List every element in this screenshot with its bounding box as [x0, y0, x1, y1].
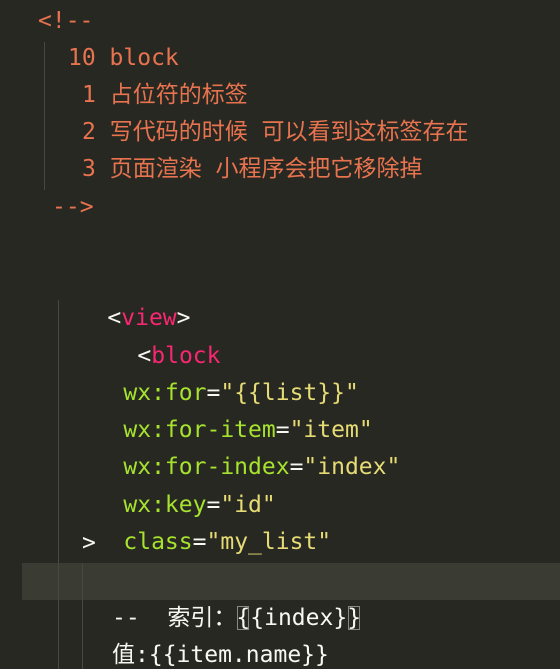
code-line-comment-open[interactable]: <!-- [38, 3, 93, 40]
code-line-attr-for-item[interactable]: wx:for-item="item" [68, 375, 372, 443]
matched-brace-open: { [236, 605, 251, 631]
code-editor[interactable]: <!-- 10 block 1 占位符的标签 2 写代码的时候 可以看到这标签存… [0, 0, 560, 669]
code-line-value-text[interactable]: 值:{{item.name}} [112, 637, 329, 669]
code-line-index-text[interactable]: 索引：{{index}} [112, 563, 361, 631]
attr-equals: = [289, 454, 304, 480]
code-line-attr-class[interactable]: class="my_list" [68, 487, 331, 555]
attr-value: "my_list" [206, 529, 332, 555]
code-line-comment-close[interactable]: --> [52, 189, 94, 226]
indent-guide [44, 42, 45, 190]
matched-brace-close: } [347, 605, 362, 631]
attr-value: "index" [303, 454, 401, 480]
code-line-attr-for[interactable]: wx:for="{{list}}" [68, 338, 358, 406]
code-line-view-open[interactable]: <view> [52, 263, 190, 331]
code-line-attr-key[interactable]: wx:key="id" [68, 450, 275, 518]
code-line-dash-text[interactable]: -- [112, 600, 140, 637]
code-line-block-open[interactable]: <block [82, 301, 220, 369]
code-line-attr-for-index[interactable]: wx:for-index="index" [68, 412, 400, 480]
attr-name: class [123, 529, 193, 555]
index-expression: {index} [250, 605, 348, 631]
index-label-text: 索引： [167, 605, 237, 631]
code-line-comment-2[interactable]: 1 占位符的标签 [82, 77, 248, 114]
code-line-comment-4[interactable]: 3 页面渲染 小程序会把它移除掉 [82, 151, 423, 188]
code-line-block-close-bracket[interactable]: > [82, 525, 96, 562]
code-line-comment-1[interactable]: 10 block [68, 40, 179, 77]
attr-equals: = [192, 529, 207, 555]
code-line-comment-3[interactable]: 2 写代码的时候 可以看到这标签存在 [82, 114, 469, 151]
